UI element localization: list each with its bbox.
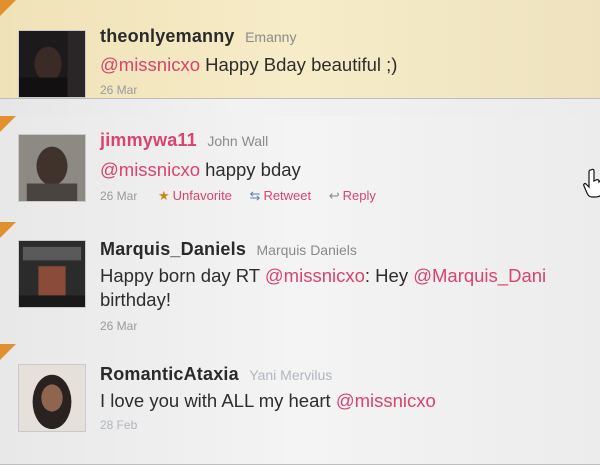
tweet-text: @missnicxo Happy Bday beautiful ;)	[100, 53, 600, 77]
mention-link[interactable]: @Marquis_Dani	[413, 265, 546, 286]
full-name: Emanny	[245, 29, 297, 45]
timestamp-link[interactable]: 28 Feb	[100, 418, 137, 432]
tweet-header: RomanticAtaxia Yani Mervilus	[100, 364, 332, 385]
avatar-image	[19, 365, 85, 431]
favorite-corner-marker	[0, 222, 16, 238]
tweet-item[interactable]: Marquis_Daniels Marquis Daniels Happy bo…	[0, 222, 600, 345]
full-name: Marquis Daniels	[256, 242, 357, 258]
mention-link[interactable]: @missnicxo	[100, 54, 200, 75]
tweet-text-body: happy bday	[200, 159, 301, 180]
tweet-item[interactable]: theonlyemanny Emanny @missnicxo Happy Bd…	[0, 0, 600, 99]
tweet-item[interactable]: jimmywa11 John Wall @missnicxo happy bda…	[0, 116, 600, 223]
tweet-text-body: Happy Bday beautiful ;)	[200, 54, 398, 75]
full-name: John Wall	[207, 133, 269, 149]
tweet-item[interactable]: RomanticAtaxia Yani Mervilus I love you …	[0, 344, 600, 465]
tweet-text-line2: birthday!	[100, 289, 171, 310]
favorite-corner-marker	[0, 0, 16, 16]
tweet-header: jimmywa11 John Wall	[100, 130, 268, 151]
mention-link[interactable]: @missnicxo	[265, 265, 365, 286]
hand-cursor-icon	[583, 168, 600, 198]
star-icon: ★	[158, 188, 170, 203]
screen-name-link[interactable]: theonlyemanny	[100, 26, 235, 46]
timestamp-link[interactable]: 26 Mar	[100, 189, 137, 203]
timestamp-link[interactable]: 26 Mar	[100, 319, 137, 333]
reply-icon: ↩	[328, 188, 340, 203]
avatar[interactable]	[18, 30, 86, 98]
reply-action[interactable]: ↩ Reply	[329, 188, 376, 203]
mention-link[interactable]: @missnicxo	[100, 159, 200, 180]
full-name: Yani Mervilus	[249, 367, 333, 383]
avatar-image	[19, 241, 85, 307]
avatar-image	[19, 31, 85, 97]
mention-link[interactable]: @missnicxo	[336, 390, 436, 411]
tweet-text: @missnicxo happy bday	[100, 158, 600, 182]
retweet-action[interactable]: ⇆ Retweet	[250, 188, 312, 203]
screen-name-link[interactable]: jimmywa11	[100, 130, 197, 150]
tweet-text-body: I love you with ALL my heart	[100, 390, 336, 411]
unfavorite-action[interactable]: ★ Unfavorite	[158, 188, 232, 203]
tweet-text-body: Happy born day RT	[100, 265, 265, 286]
tweet-text-body: : Hey	[364, 265, 414, 286]
favorite-corner-marker	[0, 344, 16, 360]
timeline: theonlyemanny Emanny @missnicxo Happy Bd…	[0, 0, 600, 465]
avatar[interactable]	[18, 134, 86, 202]
tweet-actions: ★ Unfavorite ⇆ Retweet ↩ Reply	[158, 188, 390, 204]
avatar[interactable]	[18, 240, 86, 308]
tweet-header: Marquis_Daniels Marquis Daniels	[100, 239, 357, 260]
favorite-corner-marker	[0, 116, 16, 132]
unfavorite-label: Unfavorite	[172, 188, 232, 203]
tweet-header: theonlyemanny Emanny	[100, 26, 296, 47]
reply-label: Reply	[342, 188, 376, 203]
tweet-text: I love you with ALL my heart @missnicxo	[100, 389, 600, 413]
avatar-image	[19, 135, 85, 201]
retweet-label: Retweet	[263, 188, 312, 203]
screen-name-link[interactable]: RomanticAtaxia	[100, 364, 239, 384]
screen-name-link[interactable]: Marquis_Daniels	[100, 239, 246, 259]
tweet-text: Happy born day RT @missnicxo: Hey @Marqu…	[100, 264, 600, 288]
avatar[interactable]	[18, 364, 86, 432]
retweet-icon: ⇆	[249, 188, 261, 203]
timestamp-link[interactable]: 26 Mar	[100, 83, 137, 97]
